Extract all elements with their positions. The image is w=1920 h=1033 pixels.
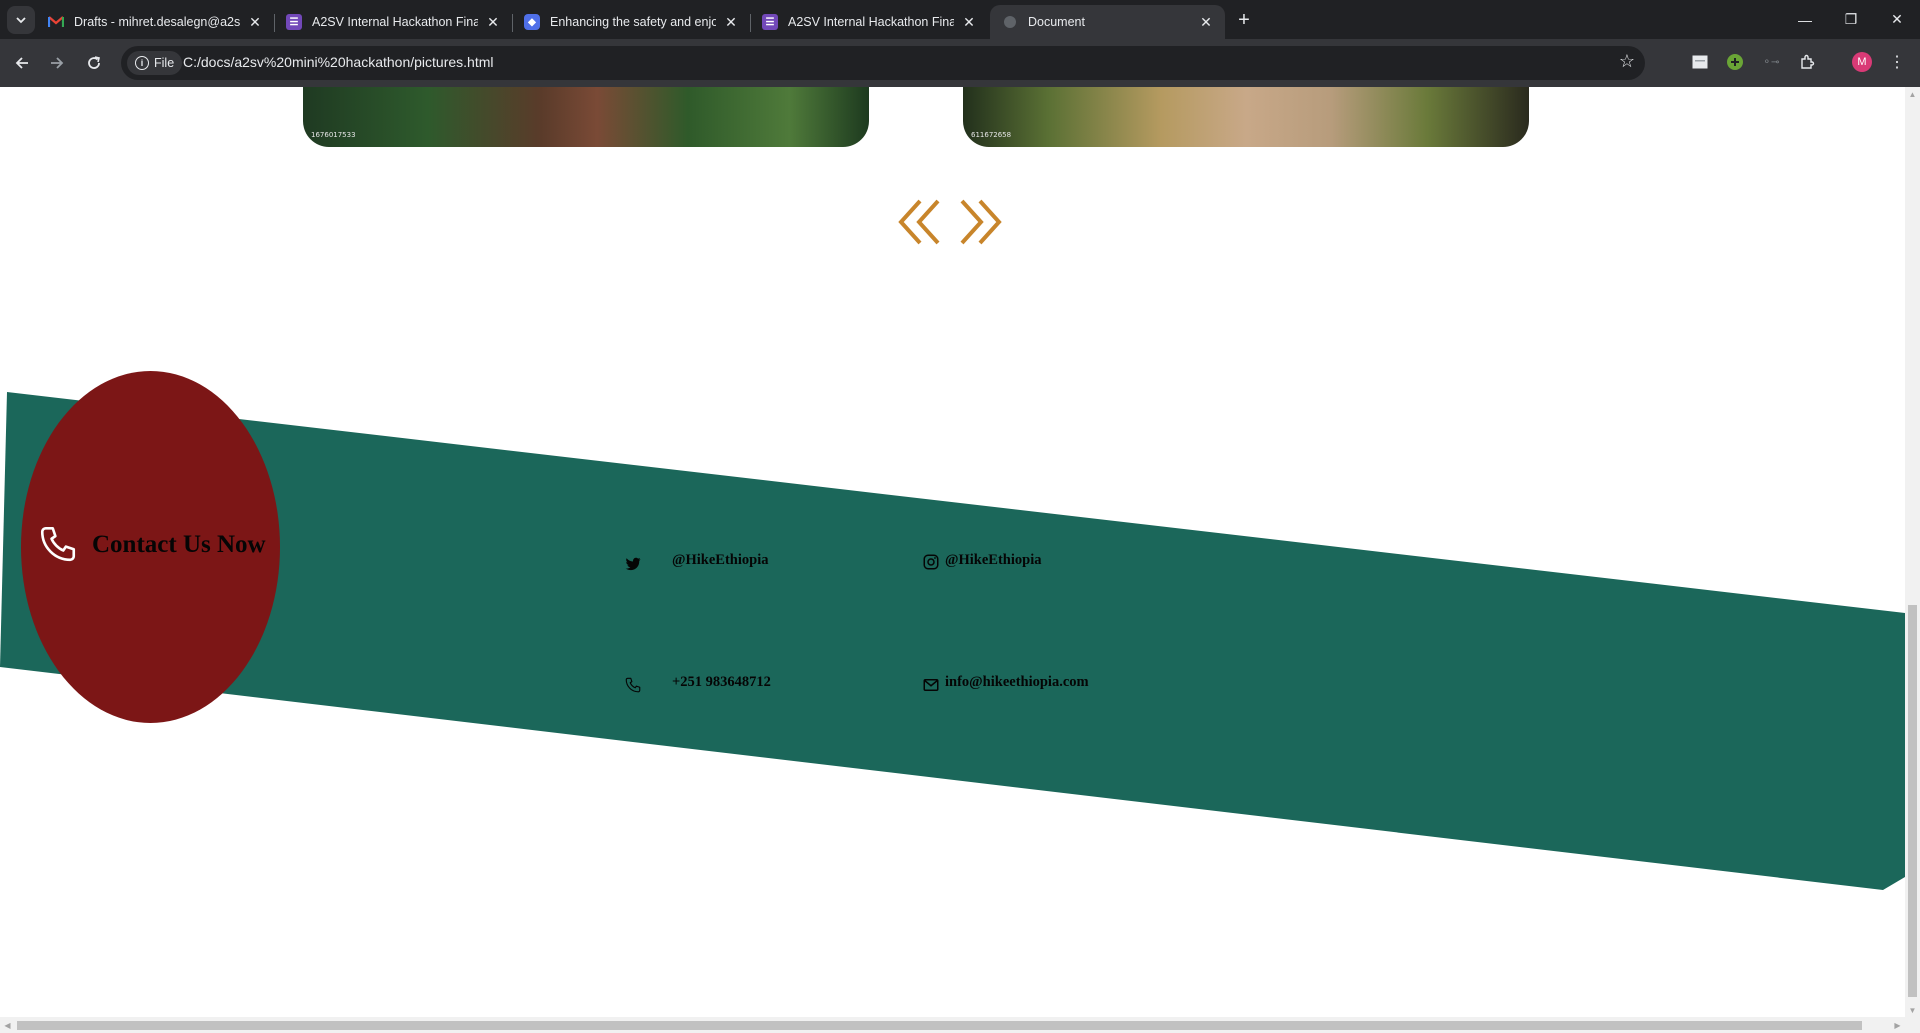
close-window-button[interactable]: ✕ xyxy=(1874,0,1920,39)
twitter-icon[interactable] xyxy=(624,555,642,573)
key-extension-icon[interactable]: ⚬⊸ xyxy=(1761,52,1781,72)
phone-number[interactable]: +251 983648712 xyxy=(672,674,771,691)
green-extension-icon[interactable] xyxy=(1725,52,1745,72)
scroll-right-icon[interactable]: ▶ xyxy=(1890,1017,1905,1033)
close-tab-icon[interactable]: ✕ xyxy=(246,14,264,31)
tab-strip: Drafts - mihret.desalegn@a2sv ✕ ☰ A2SV I… xyxy=(0,0,1920,39)
page-viewport: 1676017533 611672658 Contact Us Now @Hik… xyxy=(0,87,1905,1017)
back-button[interactable] xyxy=(8,49,36,77)
tab-label: A2SV Internal Hackathon Final xyxy=(788,15,954,29)
tab-enhancing-safety[interactable]: ◆ Enhancing the safety and enjoy ✕ xyxy=(512,5,751,39)
scroll-down-icon[interactable]: ▼ xyxy=(1905,1003,1920,1017)
reload-icon xyxy=(88,56,100,69)
url-text[interactable]: C:/docs/a2sv%20mini%20hackathon/pictures… xyxy=(183,54,494,70)
close-tab-icon[interactable]: ✕ xyxy=(960,14,978,31)
scrollbar-corner xyxy=(1905,1017,1920,1033)
tab-gmail-drafts[interactable]: Drafts - mihret.desalegn@a2sv ✕ xyxy=(36,5,275,39)
close-tab-icon[interactable]: ✕ xyxy=(1197,14,1215,31)
close-tab-icon[interactable]: ✕ xyxy=(722,14,740,31)
new-tab-button[interactable]: + xyxy=(1232,8,1256,32)
tab-hackathon-form-2[interactable]: ☰ A2SV Internal Hackathon Final ✕ xyxy=(750,5,988,39)
tab-search-button[interactable] xyxy=(7,6,35,34)
restore-button[interactable]: ❐ xyxy=(1828,0,1874,39)
minimize-button[interactable]: — xyxy=(1782,0,1828,39)
reload-button[interactable] xyxy=(80,49,108,77)
globe-icon xyxy=(1002,14,1018,30)
site-info-chip[interactable]: i File xyxy=(127,51,183,75)
tab-label: Drafts - mihret.desalegn@a2sv xyxy=(74,15,240,29)
horizontal-scrollbar[interactable]: ◀ ▶ xyxy=(0,1017,1905,1033)
puzzle-icon[interactable] xyxy=(1797,52,1817,72)
chevron-down-icon xyxy=(16,17,26,24)
phone-icon xyxy=(40,526,76,562)
shield-icon: ◆ xyxy=(524,14,540,30)
forms-icon: ☰ xyxy=(286,14,302,30)
arrow-right-icon xyxy=(51,57,64,69)
instagram-handle[interactable]: @HikeEthiopia xyxy=(945,552,1041,569)
contact-title: Contact Us Now xyxy=(92,531,266,558)
forms-icon: ☰ xyxy=(762,14,778,30)
tab-hackathon-form-1[interactable]: ☰ A2SV Internal Hackathon Final ✕ xyxy=(274,5,513,39)
twitter-handle[interactable]: @HikeEthiopia xyxy=(672,552,768,569)
address-bar[interactable]: i File C:/docs/a2sv%20mini%20hackathon/p… xyxy=(121,46,1645,80)
bookmark-star-icon[interactable]: ☆ xyxy=(1619,51,1635,72)
browser-toolbar: i File C:/docs/a2sv%20mini%20hackathon/p… xyxy=(0,39,1920,87)
close-tab-icon[interactable]: ✕ xyxy=(484,14,502,31)
info-icon: i xyxy=(135,56,149,70)
phone-icon xyxy=(625,677,641,693)
tab-label: Document xyxy=(1028,15,1085,29)
tab-label: Enhancing the safety and enjoy xyxy=(550,15,716,29)
avatar[interactable]: M xyxy=(1852,52,1872,72)
tab-document[interactable]: Document ✕ xyxy=(990,5,1225,39)
mail-icon xyxy=(923,679,939,691)
gmail-icon xyxy=(48,14,64,30)
scroll-up-icon[interactable]: ▲ xyxy=(1905,87,1920,101)
email-address[interactable]: info@hikeethiopia.com xyxy=(945,674,1089,691)
extension-icon[interactable] xyxy=(1690,52,1710,72)
horizontal-scroll-thumb[interactable] xyxy=(17,1021,1862,1030)
vertical-scroll-thumb[interactable] xyxy=(1908,605,1917,997)
tab-label: A2SV Internal Hackathon Final xyxy=(312,15,478,29)
arrow-left-icon xyxy=(15,57,28,69)
vertical-scrollbar[interactable]: ▲ ▼ xyxy=(1905,87,1920,1017)
forward-button[interactable] xyxy=(43,49,71,77)
more-menu-icon[interactable]: ⋮ xyxy=(1887,52,1907,72)
scroll-left-icon[interactable]: ◀ xyxy=(0,1017,15,1033)
site-info-label: File xyxy=(154,56,175,70)
instagram-icon[interactable] xyxy=(922,553,940,571)
